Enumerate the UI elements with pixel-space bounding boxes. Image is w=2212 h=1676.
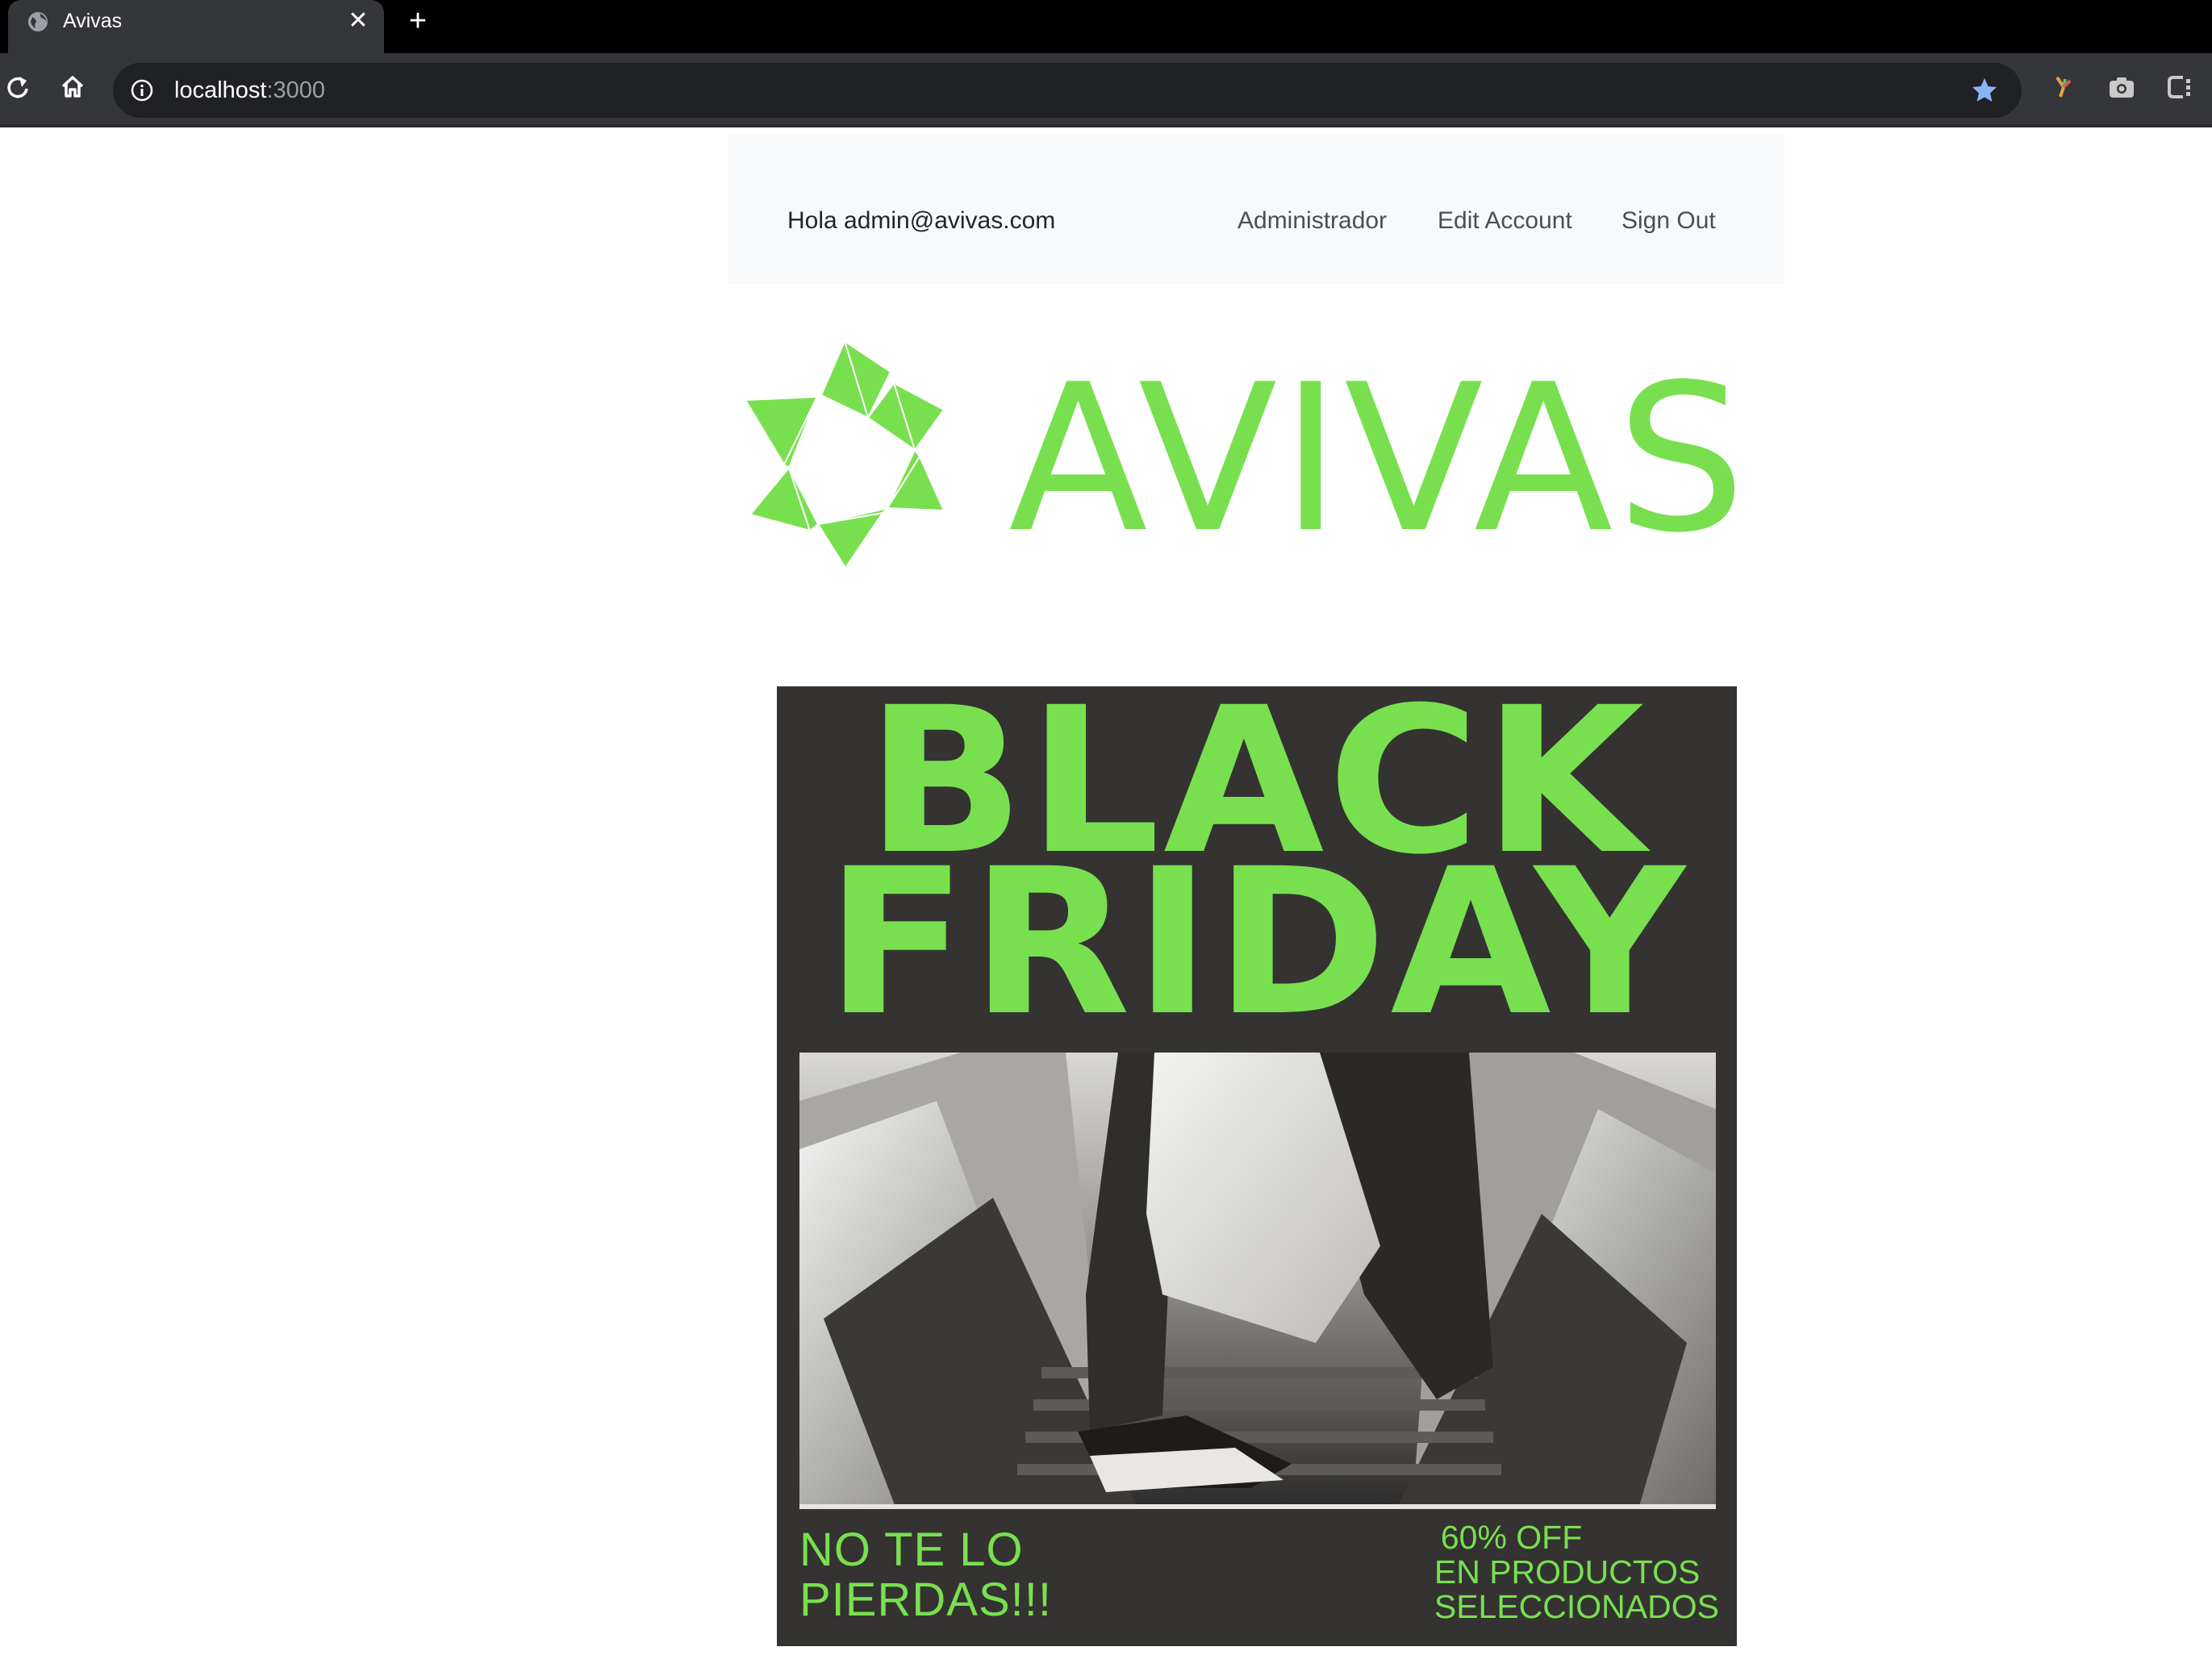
address-bar[interactable]: localhost:3000 (113, 63, 2022, 118)
browser-tab[interactable]: Avivas ✕ (8, 0, 384, 53)
banner-headline-friday: FRIDAY (825, 825, 1688, 1060)
home-icon[interactable] (55, 69, 90, 105)
bookmark-star-icon[interactable] (1968, 74, 2001, 106)
site-info-icon[interactable] (129, 77, 155, 103)
tab-title: Avivas (63, 10, 123, 32)
reload-icon[interactable] (0, 69, 35, 105)
promo-discount-line-1: 60% OFF (1440, 1519, 1583, 1556)
extension-icon[interactable] (2046, 69, 2081, 105)
brand-logo[interactable]: AVIVAS (741, 337, 1759, 577)
black-friday-banner[interactable]: BLACK FRIDAY NO TE LO PIERDAS!!! 60% OFF… (777, 686, 1737, 1646)
url-host: localhost (174, 77, 267, 103)
avivas-wordmark: AVIVAS (1008, 341, 1749, 571)
top-navbar: Hola admin@avivas.com Administrador Edit… (728, 134, 1784, 284)
url-text[interactable]: localhost:3000 (174, 76, 325, 105)
promo-tagline-line-1: NO TE LO (799, 1524, 1024, 1576)
user-greeting: Hola admin@avivas.com (787, 207, 1056, 234)
promo-discount-line-2: EN PRODUCTOS (1434, 1553, 1701, 1591)
camera-icon[interactable] (2104, 69, 2139, 105)
nav-link-administrador[interactable]: Administrador (1237, 206, 1387, 236)
tab-close-button[interactable]: ✕ (344, 6, 373, 35)
url-port: :3000 (266, 77, 326, 103)
extension-c-icon[interactable] (2162, 69, 2197, 105)
promo-tagline: NO TE LO PIERDAS!!! (799, 1525, 1052, 1625)
shopper-escalator-photo (799, 1053, 1716, 1509)
promo-tagline-line-2: PIERDAS!!! (799, 1574, 1052, 1626)
tab-strip: Avivas ✕ + (0, 0, 2212, 53)
nav-link-sign-out[interactable]: Sign Out (1621, 206, 1716, 236)
globe-icon (28, 12, 48, 31)
promo-discount: 60% OFF EN PRODUCTOS SELECCIONADOS (1434, 1520, 1719, 1624)
browser-toolbar: localhost:3000 (0, 53, 2212, 127)
avivas-logo-mark: AVIVAS (745, 340, 1749, 577)
new-tab-button[interactable]: + (400, 5, 436, 40)
nav-link-edit-account[interactable]: Edit Account (1438, 206, 1572, 236)
promo-discount-line-3: SELECCIONADOS (1434, 1588, 1719, 1625)
